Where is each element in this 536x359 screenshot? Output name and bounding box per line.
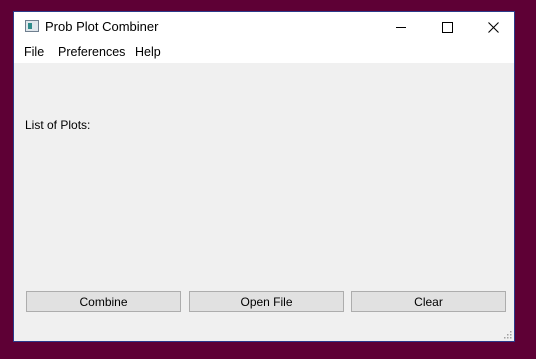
minimize-button[interactable]	[378, 12, 424, 42]
menu-file[interactable]: File	[24, 45, 44, 59]
menu-bar: File Preferences Help	[14, 42, 514, 63]
resize-grip-icon[interactable]	[504, 331, 512, 339]
close-button[interactable]	[470, 12, 516, 42]
app-icon	[25, 20, 39, 32]
window-title: Prob Plot Combiner	[45, 19, 159, 34]
combine-button[interactable]: Combine	[26, 291, 181, 312]
menu-preferences[interactable]: Preferences	[58, 45, 125, 59]
title-bar[interactable]: Prob Plot Combiner	[14, 12, 514, 42]
open-file-button[interactable]: Open File	[189, 291, 344, 312]
menu-help[interactable]: Help	[135, 45, 161, 59]
maximize-button[interactable]	[424, 12, 470, 42]
clear-button[interactable]: Clear	[351, 291, 506, 312]
close-icon	[487, 21, 499, 33]
app-window: Prob Plot Combiner File Preferences Help…	[13, 11, 515, 342]
list-of-plots-label: List of Plots:	[25, 118, 91, 132]
minimize-icon	[396, 26, 406, 28]
maximize-icon	[441, 21, 453, 33]
